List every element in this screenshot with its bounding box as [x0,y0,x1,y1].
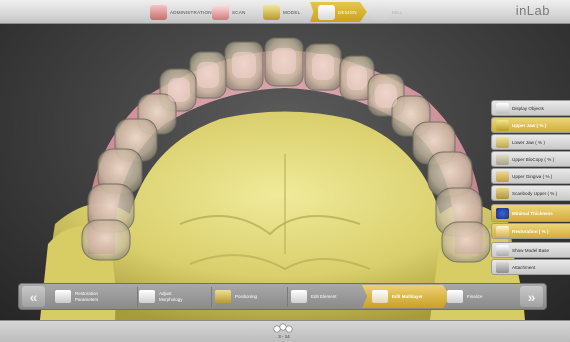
display-objects-panel: Display Objects Upper Jaw ( % ) Lower Ja… [491,100,570,276]
object-upper-jaw[interactable]: Upper Jaw ( % ) [491,117,570,133]
step-positioning[interactable]: Positioning [215,285,257,308]
object-label: Upper Gingiva ( % ) [512,173,553,179]
step-label: Finalize [467,293,483,299]
phase-bar: ADMINISTRATION SCAN MODEL DESIGN MILL in… [0,0,570,24]
phase-label: MODEL [283,9,301,15]
administration-icon [150,4,167,20]
object-label: Minimal Thickness [512,210,553,216]
model-base-icon [496,244,509,256]
object-lower-jaw[interactable]: Lower Jaw ( % ) [491,134,570,150]
workflow-step-bar: « Restoration Parameters Adjust Morpholo… [18,283,547,310]
object-minimal-thickness[interactable]: Minimal Thickness [491,204,570,222]
minimal-thickness-icon [496,207,509,219]
scanbody-icon [496,187,509,199]
phase-administration[interactable]: ADMINISTRATION [150,2,212,22]
step-divider [137,287,138,307]
positioning-icon [215,290,231,303]
lower-jaw-icon [496,136,509,148]
phase-scan[interactable]: SCAN [212,2,246,22]
adjust-morphology-icon [139,290,155,303]
object-label: Restoration ( % ) [512,228,549,234]
phase-design[interactable]: DESIGN [310,2,367,22]
step-label: Edit Multilayer [392,293,423,299]
phase-label: ADMINISTRATION [170,9,212,15]
phase-label: SCAN [232,9,246,15]
mill-icon [372,4,389,20]
tooth-selector-strip: 3 - 14 [0,320,570,342]
attachment-icon [496,261,509,273]
object-label: Upper Jaw ( % ) [512,122,547,128]
step-divider [287,287,288,307]
step-label: Edit Element [311,293,337,299]
step-restoration-parameters[interactable]: Restoration Parameters [55,285,115,308]
display-objects-button[interactable]: Display Objects [491,100,570,116]
step-edit-element[interactable]: Edit Element [291,285,337,308]
object-label: Upper BioCopy ( % ) [512,156,555,162]
object-label: Attachment [512,264,536,270]
object-label: Show Model Base [512,247,550,253]
double-chevron-left-icon: « [29,288,38,305]
3d-viewport[interactable] [0,24,570,320]
edit-element-icon [291,290,307,303]
object-label: Scanbody Upper ( % ) [512,190,558,196]
object-show-model-base[interactable]: Show Model Base [491,242,570,258]
display-objects-icon [496,102,509,114]
phase-model[interactable]: MODEL [263,2,300,22]
restoration-parameters-icon [55,290,71,303]
scan-icon [212,4,229,20]
phase-mill: MILL [372,2,403,22]
object-label: Display Objects [512,105,544,111]
finalize-icon [447,290,463,303]
next-step-button[interactable]: » [520,286,543,307]
step-label: Positioning [235,293,258,299]
step-edit-multilayer[interactable]: Edit Multilayer [362,285,450,308]
tooth-selection-icon[interactable] [272,323,294,334]
object-restoration[interactable]: Restoration ( % ) [491,223,570,239]
step-label: Restoration Parameters [75,291,99,302]
edit-multilayer-icon [372,290,388,303]
model-icon [263,4,280,20]
biocopy-icon [496,153,509,165]
brand-logo: inLab [515,3,550,18]
phase-label: DESIGN [338,9,357,15]
object-attachment[interactable]: Attachment [491,259,570,275]
object-scanbody-upper[interactable]: Scanbody Upper ( % ) [491,185,570,201]
step-divider [211,287,212,307]
step-finalize[interactable]: Finalize [447,285,483,308]
object-label: Lower Jaw ( % ) [512,139,545,145]
tooth-range-label: 3 - 14 [278,334,290,339]
gingiva-icon [496,170,509,182]
step-adjust-morphology[interactable]: Adjust Morphology [139,285,195,308]
double-chevron-right-icon: » [527,288,536,305]
phase-label: MILL [392,9,404,15]
previous-step-button[interactable]: « [22,286,45,307]
upper-jaw-icon [496,119,509,131]
step-label: Adjust Morphology [159,291,183,302]
object-upper-gingiva[interactable]: Upper Gingiva ( % ) [491,168,570,184]
restoration-icon [496,225,509,237]
object-upper-biocopy[interactable]: Upper BioCopy ( % ) [491,151,570,167]
design-icon [318,4,335,20]
jaw-model-scene[interactable] [0,24,570,320]
